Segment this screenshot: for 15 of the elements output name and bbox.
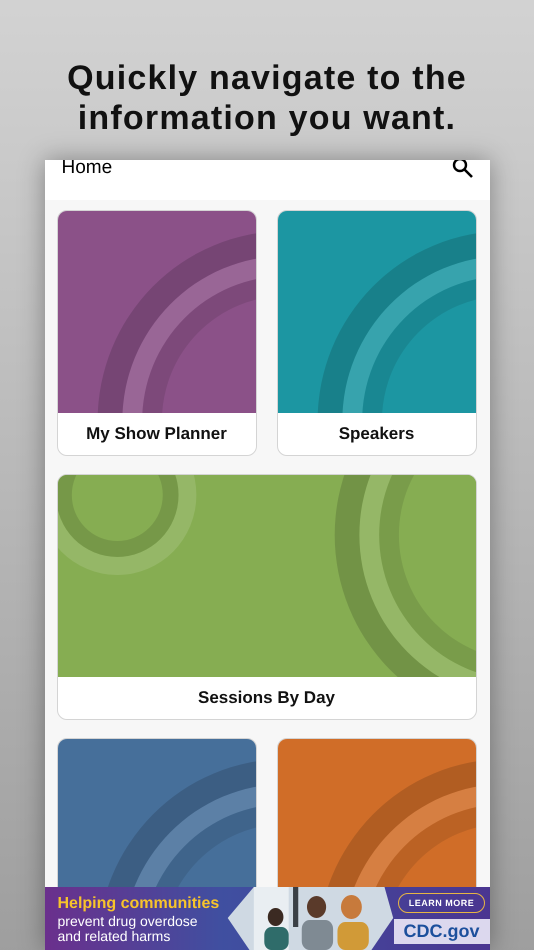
ad-banner[interactable]: Helping communities prevent drug overdose and related harms LEARN MORE CDC.gov [44,887,490,950]
site-label: CDC.gov [394,919,490,944]
search-icon[interactable] [452,160,474,180]
tile-label: Sessions By Day [196,687,336,709]
menu-tile[interactable]: Sessions By Day [56,474,476,720]
tile-label: My Show Planner [85,423,228,445]
ad-text: prevent drug overdose [58,914,199,929]
headline: Quickly navigate to the information you want. [66,58,468,139]
ad-headline: Helping communities [58,894,220,914]
ad-text: and related harms [58,929,172,944]
header-title: Home [62,160,112,176]
learn-more-button[interactable]: LEARN MORE [398,893,486,913]
tile-label: Speakers [338,423,416,445]
menu-tile[interactable]: Speakers [276,210,476,456]
menu-tile[interactable]: My Show Planner [56,210,256,456]
